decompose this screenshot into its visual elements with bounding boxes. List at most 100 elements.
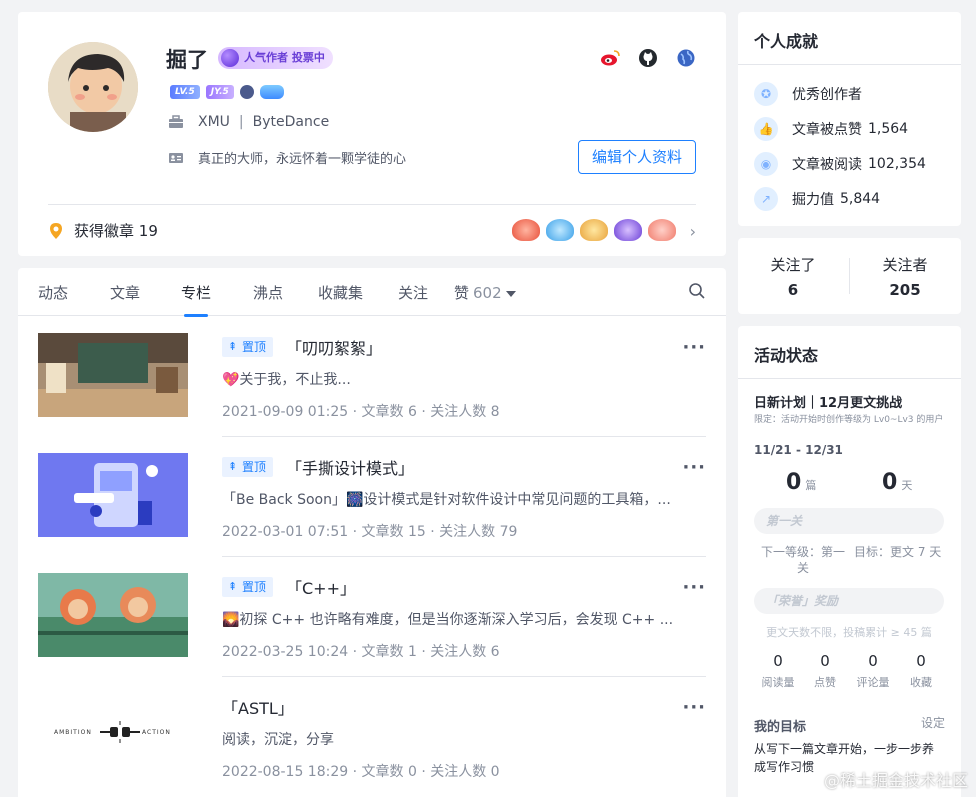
tab-articles[interactable]: 文章 bbox=[110, 282, 140, 303]
stat-value: 0 bbox=[916, 652, 926, 670]
achievement-value: 1,564 bbox=[868, 121, 909, 137]
badge-icon bbox=[546, 219, 574, 241]
tab-collections[interactable]: 收藏集 bbox=[318, 282, 363, 303]
target: 目标：更文 7 天 bbox=[854, 545, 942, 559]
divider bbox=[738, 378, 961, 379]
stat-label: 收藏 bbox=[910, 676, 932, 689]
column-thumbnail[interactable]: AMBITION ACTION bbox=[38, 693, 188, 777]
github-icon[interactable] bbox=[638, 48, 658, 68]
achievement-likes: 👍 文章被点赞 1,564 bbox=[754, 117, 908, 141]
creator-level-badge[interactable]: LV.5 bbox=[170, 85, 200, 99]
column-thumbnail[interactable] bbox=[38, 573, 188, 657]
stat-label: 点赞 bbox=[814, 676, 836, 689]
avatar[interactable] bbox=[48, 42, 138, 132]
article-count: 0篇 bbox=[786, 470, 816, 495]
achievement-label: 文章被点赞 bbox=[792, 122, 862, 138]
tab-bar: 动态 文章 专栏 沸点 收藏集 关注 赞 602 bbox=[18, 268, 726, 316]
stat-value: 0 bbox=[820, 652, 830, 670]
following-count: 6 bbox=[787, 281, 799, 299]
badge-list[interactable] bbox=[512, 219, 676, 241]
thumb-text-right: ACTION bbox=[142, 729, 171, 736]
column-meta: 2022-03-25 10:24 · 文章数 1 · 关注人数 6 bbox=[222, 644, 500, 660]
badge-icon bbox=[580, 219, 608, 241]
level-two-pill: 「荣誉」奖励 bbox=[754, 588, 944, 614]
more-icon[interactable]: ··· bbox=[682, 457, 706, 478]
achievement-reads: ◉ 文章被阅读 102,354 bbox=[754, 152, 926, 176]
tab-activity[interactable]: 动态 bbox=[38, 282, 68, 303]
level-badges: LV.5 JY.5 bbox=[170, 85, 284, 99]
tab-following[interactable]: 关注 bbox=[398, 282, 428, 303]
search-icon[interactable] bbox=[688, 282, 706, 300]
list-item[interactable]: 置顶 「叨叨絮絮」 💖关于我，不止我... 2021-09-09 01:25 ·… bbox=[38, 317, 706, 437]
stat-comments: 0 评论量 bbox=[851, 652, 895, 690]
achievement-power: ↗ 掘力值 5,844 bbox=[754, 187, 880, 211]
article-unit: 篇 bbox=[805, 479, 817, 492]
edit-profile-button[interactable]: 编辑个人资料 bbox=[578, 140, 696, 174]
trend-up-icon: ↗ bbox=[754, 187, 778, 211]
list-item[interactable]: AMBITION ACTION 「ASTL」 阅读，沉淀，分享 2022-08-… bbox=[38, 677, 706, 797]
followers-stat[interactable]: 关注者 205 bbox=[850, 254, 960, 299]
tab-pins[interactable]: 沸点 bbox=[253, 282, 283, 303]
more-icon[interactable]: ··· bbox=[682, 697, 706, 718]
column-meta: 2022-03-01 07:51 · 文章数 15 · 关注人数 79 bbox=[222, 524, 518, 540]
crown-badge-icon[interactable] bbox=[259, 85, 284, 99]
followers-count: 205 bbox=[889, 281, 921, 299]
tab-columns[interactable]: 专栏 bbox=[181, 282, 211, 303]
list-item[interactable]: 置顶 「手撕设计模式」 「Be Back Soon」🎆设计模式是针对软件设计中常… bbox=[38, 437, 706, 557]
column-title[interactable]: 「手撕设计模式」 bbox=[286, 455, 414, 479]
achievement-label: 优秀创作者 bbox=[792, 87, 862, 103]
list-item[interactable]: 置顶 「C++」 🌄初探 C++ 也许略有难度，但是当你逐渐深入学习后，会发现 … bbox=[38, 557, 706, 677]
column-meta: 2022-08-15 18:29 · 文章数 0 · 关注人数 0 bbox=[222, 764, 500, 780]
column-description: 「Be Back Soon」🎆设计模式是针对软件设计中常见问题的工具箱，... bbox=[222, 492, 671, 508]
column-title[interactable]: 「叨叨絮絮」 bbox=[286, 335, 382, 359]
divider bbox=[738, 64, 961, 65]
juejin-level-badge[interactable]: JY.5 bbox=[205, 85, 234, 99]
badges-label: 获得徽章 bbox=[74, 222, 135, 240]
job-row: XMU | ByteDance bbox=[168, 114, 329, 130]
column-body: 「ASTL」 阅读，沉淀，分享 2022-08-15 18:29 · 文章数 0… bbox=[222, 677, 706, 797]
thumbs-up-icon: 👍 bbox=[754, 117, 778, 141]
username: 掘了 bbox=[166, 48, 208, 72]
badge-icon bbox=[648, 219, 676, 241]
column-thumbnail[interactable] bbox=[38, 453, 188, 537]
following-stat[interactable]: 关注了 6 bbox=[738, 254, 848, 299]
chevron-right-icon[interactable]: › bbox=[690, 222, 696, 241]
tab-likes-label: 赞 bbox=[454, 284, 470, 302]
column-title[interactable]: 「C++」 bbox=[286, 575, 356, 599]
content-card: 动态 文章 专栏 沸点 收藏集 关注 赞602 置顶 「叨叨絮絮」 💖关于我，不… bbox=[18, 268, 726, 797]
column-title[interactable]: 「ASTL」 bbox=[222, 695, 294, 719]
goal-set-link[interactable]: 设定 bbox=[921, 714, 945, 731]
stat-label: 阅读量 bbox=[761, 676, 795, 689]
following-label: 关注了 bbox=[770, 256, 816, 274]
watermark: @稀土掘金技术社区 bbox=[823, 771, 968, 790]
badges-row[interactable]: 获得徽章 19 bbox=[48, 220, 158, 241]
more-icon[interactable]: ··· bbox=[682, 577, 706, 598]
vip-badge-icon[interactable] bbox=[239, 85, 254, 99]
hot-author-badge[interactable]: 人气作者 投票中 bbox=[218, 47, 333, 69]
location-badge-icon bbox=[50, 222, 62, 239]
article-count-value: 0 bbox=[786, 470, 802, 495]
level-one-pill: 第一关 bbox=[754, 508, 944, 534]
eye-icon: ◉ bbox=[754, 152, 778, 176]
column-description: 阅读，沉淀，分享 bbox=[222, 732, 334, 748]
weibo-icon[interactable] bbox=[600, 48, 620, 68]
more-icon[interactable]: ··· bbox=[682, 337, 706, 358]
day-count-value: 0 bbox=[882, 470, 898, 495]
achievements-title: 个人成就 bbox=[754, 32, 819, 51]
stat-label: 评论量 bbox=[856, 676, 890, 689]
column-thumbnail[interactable] bbox=[38, 333, 188, 417]
challenge-note: 更文天数不限，投稿累计 ≥ 45 篇 bbox=[766, 626, 932, 639]
achievement-label: 掘力值 bbox=[792, 192, 834, 208]
globe-icon[interactable] bbox=[676, 48, 696, 68]
briefcase-icon bbox=[169, 115, 183, 128]
likes-count: 602 bbox=[473, 284, 502, 302]
plan-title[interactable]: 日新计划｜12月更文挑战 bbox=[754, 392, 902, 411]
column-description: 💖关于我，不止我... bbox=[222, 372, 351, 388]
plan-limit: 限定：活动开始时创作等级为 Lv0~Lv3 的用户 bbox=[754, 415, 944, 425]
activity-card: 活动状态 日新计划｜12月更文挑战 限定：活动开始时创作等级为 Lv0~Lv3 … bbox=[738, 326, 961, 797]
tab-likes[interactable]: 赞 602 bbox=[454, 282, 516, 303]
stat-favorites: 0 收藏 bbox=[899, 652, 943, 690]
achievement-value: 102,354 bbox=[868, 156, 926, 172]
medal-icon: ✪ bbox=[754, 82, 778, 106]
goal-title: 我的目标 bbox=[754, 720, 807, 735]
